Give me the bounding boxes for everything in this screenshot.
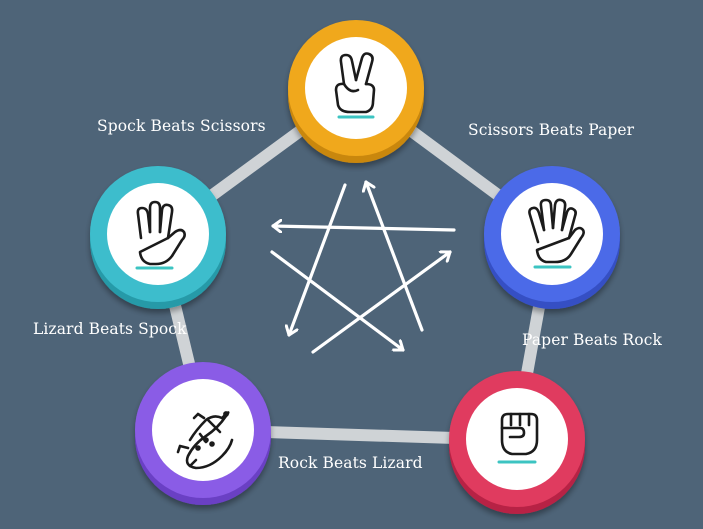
rpsls-diagram (90, 20, 620, 514)
node-lizard (135, 362, 271, 505)
arrow-lizard-to-paper (311, 252, 452, 354)
label-scissors-beats-paper: Scissors Beats Paper (468, 121, 635, 139)
node-spock (90, 166, 226, 309)
label-paper-beats-rock: Paper Beats Rock (522, 331, 662, 349)
node-paper (484, 166, 620, 309)
arrow-paper-to-spock (271, 226, 456, 230)
star-arrows (270, 180, 456, 354)
label-lizard-beats-spock: Lizard Beats Spock (33, 320, 187, 338)
label-rock-beats-lizard: Rock Beats Lizard (278, 454, 423, 472)
arrow-scissors-to-lizard (289, 183, 347, 337)
node-rock (449, 371, 585, 514)
label-spock-beats-scissors: Spock Beats Scissors (97, 117, 266, 135)
